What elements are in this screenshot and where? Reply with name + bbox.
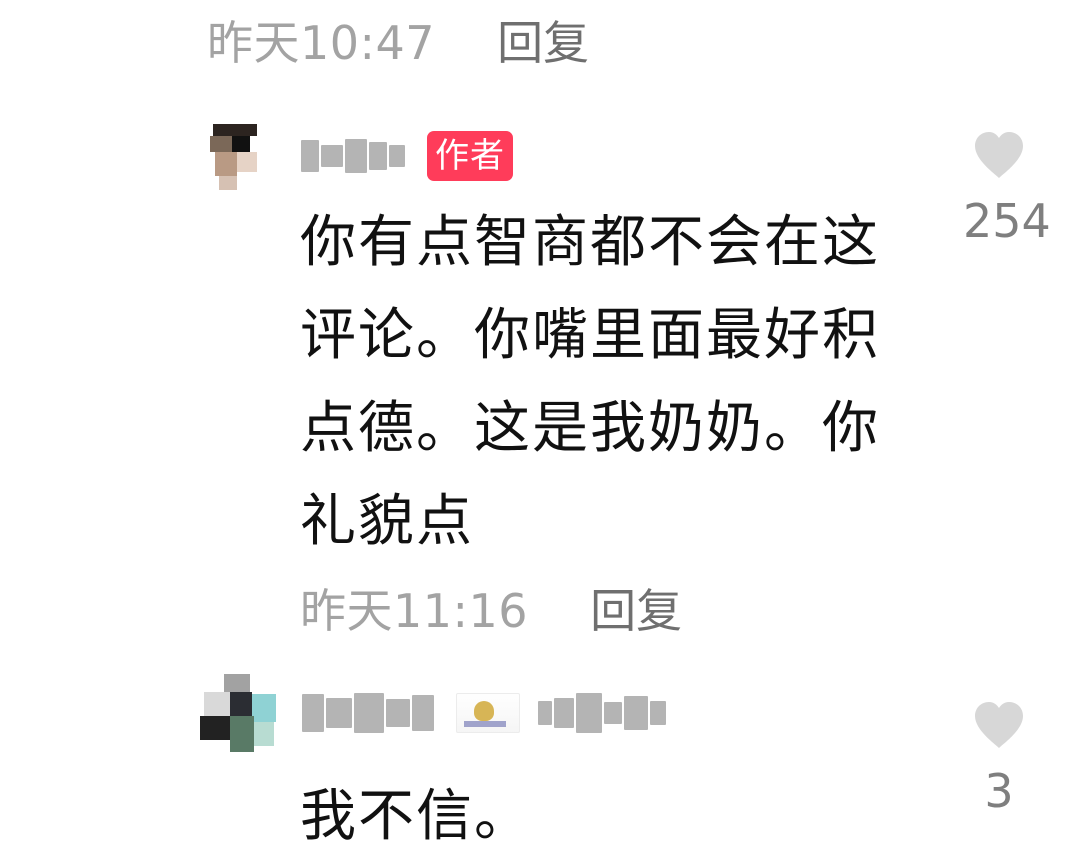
user-name-block: 作者 <box>301 131 513 181</box>
reply-button[interactable]: 回复 <box>497 20 589 66</box>
like-count: 3 <box>984 764 1014 818</box>
comment-time: 昨天11:16 <box>300 584 529 638</box>
avatar[interactable] <box>200 674 278 752</box>
comment-header-user <box>200 674 666 752</box>
comment-time: 昨天10:47 <box>207 16 436 70</box>
blurred-username <box>302 693 434 733</box>
comment-body: 你有点智商都不会在这 评论。你嘴里面最好积 点德。这是我奶奶。你 礼貌点 <box>300 210 880 554</box>
avatar[interactable] <box>207 122 263 190</box>
reply-button[interactable]: 回复 <box>590 588 682 634</box>
comment-thread: 昨天10:47 回复 作者 你有点智商都不会在这 评论。你嘴里面最好积 点德。这… <box>0 0 1080 867</box>
like-control[interactable]: 3 <box>963 700 1035 814</box>
heart-icon[interactable] <box>971 700 1027 750</box>
blurred-username <box>301 139 405 173</box>
flag-icon <box>456 693 520 733</box>
author-comment-meta: 昨天11:16 回复 <box>300 588 682 634</box>
heart-icon[interactable] <box>971 130 1027 180</box>
author-badge: 作者 <box>427 131 513 181</box>
blurred-username-extra <box>538 693 666 733</box>
like-count: 254 <box>963 194 1051 248</box>
like-control[interactable]: 254 <box>963 130 1051 248</box>
top-comment-meta: 昨天10:47 回复 <box>207 20 589 66</box>
comment-header-author: 作者 <box>207 122 513 190</box>
user-name-block <box>302 693 666 733</box>
bottom-fade <box>0 839 1080 867</box>
